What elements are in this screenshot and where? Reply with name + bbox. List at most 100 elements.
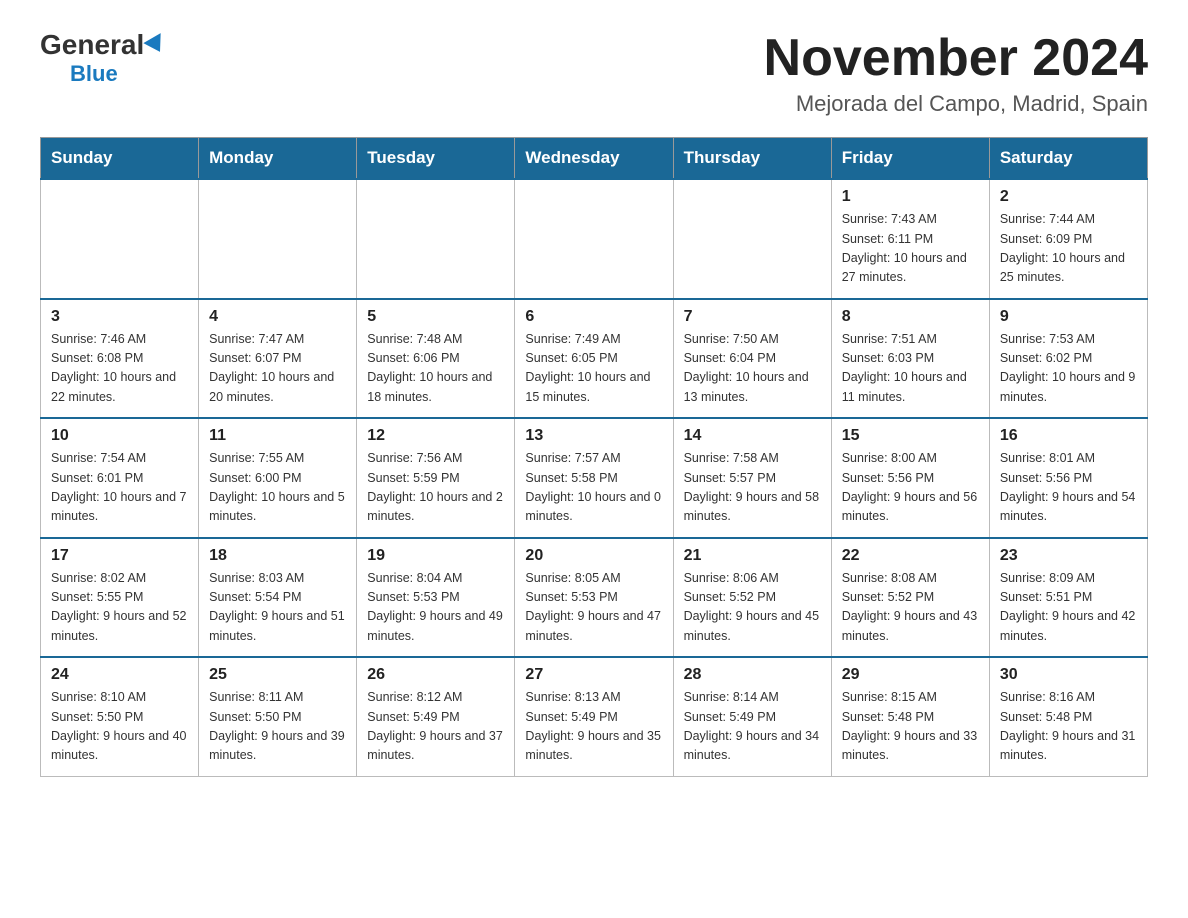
- calendar-cell: 19 Sunrise: 8:04 AMSunset: 5:53 PMDayligh…: [357, 538, 515, 658]
- day-info: Sunrise: 7:46 AMSunset: 6:08 PMDaylight:…: [51, 330, 188, 408]
- day-info: Sunrise: 8:02 AMSunset: 5:55 PMDaylight:…: [51, 569, 188, 647]
- week-row-2: 3 Sunrise: 7:46 AMSunset: 6:08 PMDaylight…: [41, 299, 1148, 419]
- day-number: 16: [1000, 427, 1137, 445]
- day-number: 21: [684, 547, 821, 565]
- calendar-cell: 11 Sunrise: 7:55 AMSunset: 6:00 PMDayligh…: [199, 418, 357, 538]
- day-number: 23: [1000, 547, 1137, 565]
- calendar-cell: 15Sunrise: 8:00 AMSunset: 5:56 PMDayligh…: [831, 418, 989, 538]
- day-info: Sunrise: 7:51 AMSunset: 6:03 PMDaylight:…: [842, 330, 979, 408]
- day-info: Sunrise: 7:43 AMSunset: 6:11 PMDaylight:…: [842, 210, 979, 288]
- calendar-cell: 6 Sunrise: 7:49 AMSunset: 6:05 PMDaylight…: [515, 299, 673, 419]
- day-info: Sunrise: 8:13 AMSunset: 5:49 PMDaylight:…: [525, 688, 662, 766]
- page-header: General Blue November 2024 Mejorada del …: [40, 30, 1148, 117]
- day-number: 11: [209, 427, 346, 445]
- day-info: Sunrise: 7:54 AMSunset: 6:01 PMDaylight:…: [51, 449, 188, 527]
- calendar-cell: 23 Sunrise: 8:09 AMSunset: 5:51 PMDayligh…: [989, 538, 1147, 658]
- calendar-cell: 4 Sunrise: 7:47 AMSunset: 6:07 PMDaylight…: [199, 299, 357, 419]
- day-number: 20: [525, 547, 662, 565]
- week-row-4: 17 Sunrise: 8:02 AMSunset: 5:55 PMDayligh…: [41, 538, 1148, 658]
- day-info: Sunrise: 7:57 AMSunset: 5:58 PMDaylight:…: [525, 449, 662, 527]
- day-info: Sunrise: 8:10 AMSunset: 5:50 PMDaylight:…: [51, 688, 188, 766]
- day-info: Sunrise: 7:55 AMSunset: 6:00 PMDaylight:…: [209, 449, 346, 527]
- calendar-cell: 8 Sunrise: 7:51 AMSunset: 6:03 PMDaylight…: [831, 299, 989, 419]
- day-info: Sunrise: 8:06 AMSunset: 5:52 PMDaylight:…: [684, 569, 821, 647]
- day-info: Sunrise: 8:14 AMSunset: 5:49 PMDaylight:…: [684, 688, 821, 766]
- calendar-cell: 16 Sunrise: 8:01 AMSunset: 5:56 PMDayligh…: [989, 418, 1147, 538]
- day-number: 10: [51, 427, 188, 445]
- day-number: 3: [51, 308, 188, 326]
- day-info: Sunrise: 7:58 AMSunset: 5:57 PMDaylight:…: [684, 449, 821, 527]
- day-info: Sunrise: 7:50 AMSunset: 6:04 PMDaylight:…: [684, 330, 821, 408]
- calendar-cell: 21 Sunrise: 8:06 AMSunset: 5:52 PMDayligh…: [673, 538, 831, 658]
- month-title: November 2024: [764, 30, 1148, 87]
- weekday-header-row: SundayMondayTuesdayWednesdayThursdayFrid…: [41, 138, 1148, 180]
- calendar-cell: 3 Sunrise: 7:46 AMSunset: 6:08 PMDaylight…: [41, 299, 199, 419]
- day-info: Sunrise: 7:47 AMSunset: 6:07 PMDaylight:…: [209, 330, 346, 408]
- day-number: 29: [842, 666, 979, 684]
- calendar-cell: 20 Sunrise: 8:05 AMSunset: 5:53 PMDayligh…: [515, 538, 673, 658]
- day-info: Sunrise: 8:09 AMSunset: 5:51 PMDaylight:…: [1000, 569, 1137, 647]
- day-number: 24: [51, 666, 188, 684]
- calendar-cell: [357, 179, 515, 299]
- calendar-cell: 2 Sunrise: 7:44 AMSunset: 6:09 PMDaylight…: [989, 179, 1147, 299]
- logo-blue-text: Blue: [70, 61, 118, 87]
- day-info: Sunrise: 7:48 AMSunset: 6:06 PMDaylight:…: [367, 330, 504, 408]
- day-number: 6: [525, 308, 662, 326]
- weekday-header-saturday: Saturday: [989, 138, 1147, 180]
- calendar-cell: 12Sunrise: 7:56 AMSunset: 5:59 PMDayligh…: [357, 418, 515, 538]
- calendar-cell: [515, 179, 673, 299]
- day-info: Sunrise: 8:12 AMSunset: 5:49 PMDaylight:…: [367, 688, 504, 766]
- week-row-5: 24 Sunrise: 8:10 AMSunset: 5:50 PMDayligh…: [41, 657, 1148, 776]
- day-info: Sunrise: 8:05 AMSunset: 5:53 PMDaylight:…: [525, 569, 662, 647]
- day-number: 13: [525, 427, 662, 445]
- day-number: 14: [684, 427, 821, 445]
- day-number: 4: [209, 308, 346, 326]
- calendar-table: SundayMondayTuesdayWednesdayThursdayFrid…: [40, 137, 1148, 777]
- day-info: Sunrise: 7:49 AMSunset: 6:05 PMDaylight:…: [525, 330, 662, 408]
- calendar-cell: 9Sunrise: 7:53 AMSunset: 6:02 PMDaylight…: [989, 299, 1147, 419]
- day-number: 18: [209, 547, 346, 565]
- week-row-1: 1 Sunrise: 7:43 AMSunset: 6:11 PMDaylight…: [41, 179, 1148, 299]
- day-info: Sunrise: 7:44 AMSunset: 6:09 PMDaylight:…: [1000, 210, 1137, 288]
- day-number: 30: [1000, 666, 1137, 684]
- calendar-cell: 30Sunrise: 8:16 AMSunset: 5:48 PMDayligh…: [989, 657, 1147, 776]
- day-info: Sunrise: 8:00 AMSunset: 5:56 PMDaylight:…: [842, 449, 979, 527]
- weekday-header-thursday: Thursday: [673, 138, 831, 180]
- weekday-header-wednesday: Wednesday: [515, 138, 673, 180]
- day-info: Sunrise: 8:11 AMSunset: 5:50 PMDaylight:…: [209, 688, 346, 766]
- calendar-cell: 13 Sunrise: 7:57 AMSunset: 5:58 PMDayligh…: [515, 418, 673, 538]
- day-number: 17: [51, 547, 188, 565]
- day-number: 25: [209, 666, 346, 684]
- calendar-cell: 27Sunrise: 8:13 AMSunset: 5:49 PMDayligh…: [515, 657, 673, 776]
- calendar-cell: 10 Sunrise: 7:54 AMSunset: 6:01 PMDayligh…: [41, 418, 199, 538]
- calendar-cell: 14 Sunrise: 7:58 AMSunset: 5:57 PMDayligh…: [673, 418, 831, 538]
- calendar-cell: 5 Sunrise: 7:48 AMSunset: 6:06 PMDaylight…: [357, 299, 515, 419]
- day-number: 26: [367, 666, 504, 684]
- day-number: 12: [367, 427, 504, 445]
- calendar-cell: 28 Sunrise: 8:14 AMSunset: 5:49 PMDayligh…: [673, 657, 831, 776]
- day-number: 1: [842, 188, 979, 206]
- calendar-cell: 24 Sunrise: 8:10 AMSunset: 5:50 PMDayligh…: [41, 657, 199, 776]
- day-number: 5: [367, 308, 504, 326]
- day-number: 19: [367, 547, 504, 565]
- logo-triangle-icon: [144, 33, 169, 57]
- calendar-cell: [199, 179, 357, 299]
- day-number: 2: [1000, 188, 1137, 206]
- day-number: 7: [684, 308, 821, 326]
- day-info: Sunrise: 8:04 AMSunset: 5:53 PMDaylight:…: [367, 569, 504, 647]
- calendar-cell: [41, 179, 199, 299]
- calendar-cell: 29Sunrise: 8:15 AMSunset: 5:48 PMDayligh…: [831, 657, 989, 776]
- day-info: Sunrise: 8:03 AMSunset: 5:54 PMDaylight:…: [209, 569, 346, 647]
- calendar-cell: 17 Sunrise: 8:02 AMSunset: 5:55 PMDayligh…: [41, 538, 199, 658]
- day-number: 22: [842, 547, 979, 565]
- calendar-cell: 25 Sunrise: 8:11 AMSunset: 5:50 PMDayligh…: [199, 657, 357, 776]
- day-number: 28: [684, 666, 821, 684]
- week-row-3: 10 Sunrise: 7:54 AMSunset: 6:01 PMDayligh…: [41, 418, 1148, 538]
- day-number: 8: [842, 308, 979, 326]
- day-number: 9: [1000, 308, 1137, 326]
- weekday-header-monday: Monday: [199, 138, 357, 180]
- calendar-cell: 18 Sunrise: 8:03 AMSunset: 5:54 PMDayligh…: [199, 538, 357, 658]
- calendar-cell: 22Sunrise: 8:08 AMSunset: 5:52 PMDayligh…: [831, 538, 989, 658]
- day-info: Sunrise: 8:01 AMSunset: 5:56 PMDaylight:…: [1000, 449, 1137, 527]
- location-subtitle: Mejorada del Campo, Madrid, Spain: [764, 91, 1148, 117]
